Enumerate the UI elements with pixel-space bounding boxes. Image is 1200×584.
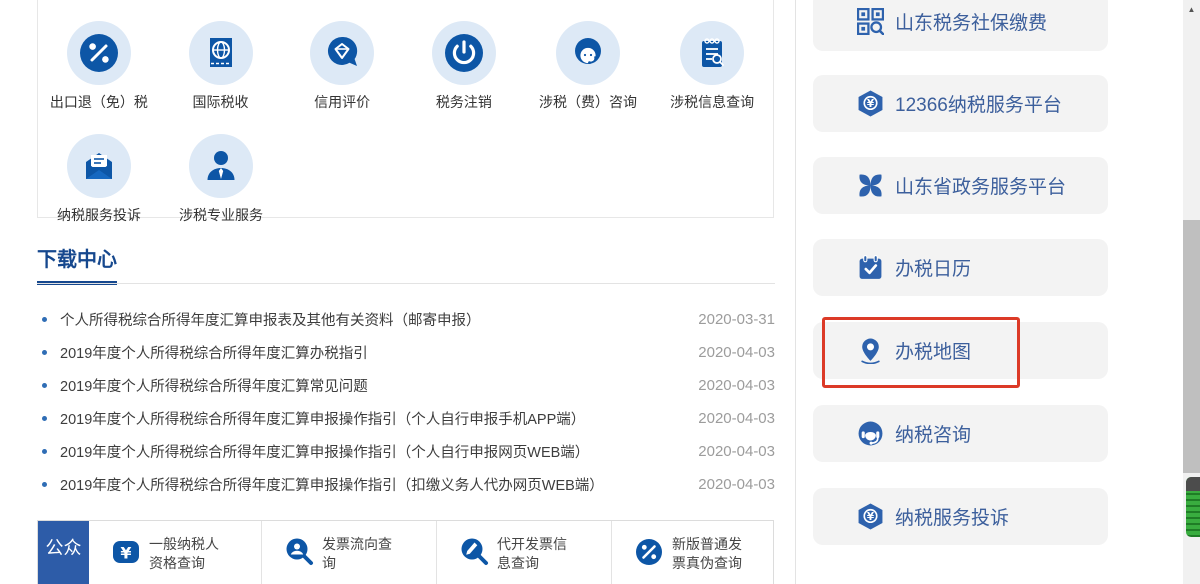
download-list-item[interactable]: 2019年度个人所得税综合所得年度汇算申报操作指引（个人自行申报网页WEB端） …	[37, 435, 775, 468]
content-sidebar-divider	[795, 0, 796, 584]
headset-consult-icon	[857, 420, 884, 447]
services-row-2: 纳税服务投诉 涉税专业服务	[38, 134, 773, 225]
yuan-badge-icon: ¥	[111, 537, 141, 567]
green-widget-cap	[1186, 477, 1200, 491]
download-item-date: 2020-03-31	[698, 311, 775, 328]
download-list-item[interactable]: 个人所得税综合所得年度汇算申报表及其他有关资料（邮寄申报） 2020-03-31	[37, 303, 775, 336]
cell-label: 代开发票信息查询	[497, 535, 571, 573]
bullet-icon	[42, 416, 47, 421]
sidebar-button-tax-map[interactable]: 办税地图	[813, 322, 1108, 379]
bullet-icon	[42, 383, 47, 388]
sidebar-button-social-insurance[interactable]: 山东税务社保缴费	[813, 0, 1108, 51]
public-services-tab[interactable]: 公众	[38, 521, 89, 584]
bullet-icon	[42, 482, 47, 487]
map-pin-icon	[857, 337, 884, 364]
scroll-up-arrow-icon[interactable]: ▲	[1183, 2, 1200, 16]
cube-yuan-icon: ¥	[857, 90, 884, 117]
download-item-title[interactable]: 个人所得税综合所得年度汇算申报表及其他有关资料（邮寄申报）	[60, 309, 698, 330]
sidebar-button-service-complaint[interactable]: ¥ 纳税服务投诉	[813, 488, 1108, 545]
percent-circle-icon	[634, 537, 664, 567]
download-item-date: 2020-04-03	[698, 377, 775, 394]
professional-person-icon	[189, 134, 253, 198]
download-list-item[interactable]: 2019年度个人所得税综合所得年度汇算常见问题 2020-04-03	[37, 369, 775, 402]
sidebar-button-label: 办税地图	[895, 337, 971, 364]
sidebar-button-label: 纳税服务投诉	[895, 503, 1009, 530]
scrollbar-thumb[interactable]	[1183, 220, 1200, 473]
calendar-check-icon	[857, 254, 884, 281]
service-label: 税务注销	[436, 92, 492, 112]
power-icon	[432, 21, 496, 85]
qr-search-icon	[857, 8, 884, 35]
pen-magnifier-icon	[459, 537, 489, 567]
download-list-item[interactable]: 2019年度个人所得税综合所得年度汇算办税指引 2020-04-03	[37, 336, 775, 369]
download-list-item[interactable]: 2019年度个人所得税综合所得年度汇算申报操作指引（个人自行申报手机APP端） …	[37, 402, 775, 435]
download-list-item[interactable]: 2019年度个人所得税综合所得年度汇算申报操作指引（扣缴义务人代办网页WEB端）…	[37, 468, 775, 501]
services-grid-box: 出口退（免）税 国际税收 信用评价 税务注销	[37, 0, 774, 218]
bullet-icon	[42, 317, 47, 322]
notepad-search-icon	[680, 21, 744, 85]
cube-yuan-icon: ¥	[857, 503, 884, 530]
cell-invoice-flow-query[interactable]: 发票流向查询	[262, 521, 437, 584]
download-item-date: 2020-04-03	[698, 443, 775, 460]
service-tax-info-query[interactable]: 涉税信息查询	[651, 21, 773, 112]
download-item-title[interactable]: 2019年度个人所得税综合所得年度汇算常见问题	[60, 375, 698, 396]
cell-new-invoice-verification[interactable]: 新版普通发票真伪查询	[612, 521, 773, 584]
services-row-1: 出口退（免）税 国际税收 信用评价 税务注销	[38, 21, 773, 112]
service-label: 信用评价	[314, 92, 370, 112]
download-item-title[interactable]: 2019年度个人所得税综合所得年度汇算申报操作指引（个人自行申报网页WEB端）	[60, 441, 698, 462]
cell-label: 新版普通发票真伪查询	[672, 535, 746, 573]
download-item-date: 2020-04-03	[698, 410, 775, 427]
download-list: 个人所得税综合所得年度汇算申报表及其他有关资料（邮寄申报） 2020-03-31…	[37, 303, 775, 501]
download-item-title[interactable]: 2019年度个人所得税综合所得年度汇算申报操作指引（扣缴义务人代办网页WEB端）	[60, 474, 698, 495]
service-tax-fee-consult[interactable]: 涉税（费）咨询	[525, 21, 652, 112]
service-label: 出口退（免）税	[50, 92, 148, 112]
service-label: 纳税服务投诉	[57, 205, 141, 225]
sidebar-button-12366-platform[interactable]: ¥ 12366纳税服务平台	[813, 75, 1108, 132]
cell-label: 发票流向查询	[322, 535, 396, 573]
credit-bubble-icon	[310, 21, 374, 85]
sidebar-button-tax-calendar[interactable]: 办税日历	[813, 239, 1108, 296]
service-tax-service-complaint[interactable]: 纳税服务投诉	[38, 134, 160, 225]
service-professional-tax-service[interactable]: 涉税专业服务	[160, 134, 282, 225]
service-label: 国际税收	[193, 92, 249, 112]
sidebar-button-label: 12366纳税服务平台	[895, 90, 1062, 117]
sidebar-button-gov-service-platform[interactable]: 山东省政务服务平台	[813, 157, 1108, 214]
download-item-title[interactable]: 2019年度个人所得税综合所得年度汇算办税指引	[60, 342, 698, 363]
bullet-icon	[42, 350, 47, 355]
service-international-tax[interactable]: 国际税收	[160, 21, 282, 112]
sidebar-button-tax-consult[interactable]: 纳税咨询	[813, 405, 1108, 462]
sidebar-button-label: 纳税咨询	[895, 420, 971, 447]
service-label: 涉税（费）咨询	[539, 92, 637, 112]
sidebar-button-label: 办税日历	[895, 254, 971, 281]
consult-avatar-icon	[556, 21, 620, 85]
service-label: 涉税信息查询	[670, 92, 754, 112]
bullet-icon	[42, 449, 47, 454]
cell-general-taxpayer-query[interactable]: ¥ 一般纳税人资格查询	[89, 521, 262, 584]
globe-stamp-icon	[189, 21, 253, 85]
svg-text:¥: ¥	[867, 511, 875, 523]
tax-portal-page: 出口退（免）税 国际税收 信用评价 税务注销	[0, 0, 1200, 584]
svg-text:¥: ¥	[120, 544, 131, 563]
service-credit-evaluation[interactable]: 信用评价	[281, 21, 403, 112]
service-tax-deregistration[interactable]: 税务注销	[403, 21, 525, 112]
person-magnifier-icon	[284, 537, 314, 567]
sidebar-button-label: 山东税务社保缴费	[895, 8, 1047, 35]
download-center-title: 下载中心	[37, 243, 117, 272]
download-item-date: 2020-04-03	[698, 344, 775, 361]
download-item-date: 2020-04-03	[698, 476, 775, 493]
section-divider	[37, 283, 775, 284]
pinwheel-icon	[857, 172, 884, 199]
green-progress-widget	[1186, 477, 1200, 537]
mail-complaint-icon	[67, 134, 131, 198]
svg-text:¥: ¥	[867, 98, 875, 110]
public-services-box: 公众 ¥ 一般纳税人资格查询 发票流向查询 代开发票信息查询 新版普通发票真伪查…	[37, 520, 774, 584]
cell-label: 一般纳税人资格查询	[149, 535, 223, 573]
service-export-tax-refund[interactable]: 出口退（免）税	[38, 21, 160, 112]
percent-icon	[67, 21, 131, 85]
cell-issued-invoice-info-query[interactable]: 代开发票信息查询	[437, 521, 612, 584]
download-item-title[interactable]: 2019年度个人所得税综合所得年度汇算申报操作指引（个人自行申报手机APP端）	[60, 408, 698, 429]
sidebar-button-label: 山东省政务服务平台	[895, 172, 1066, 199]
service-label: 涉税专业服务	[179, 205, 263, 225]
